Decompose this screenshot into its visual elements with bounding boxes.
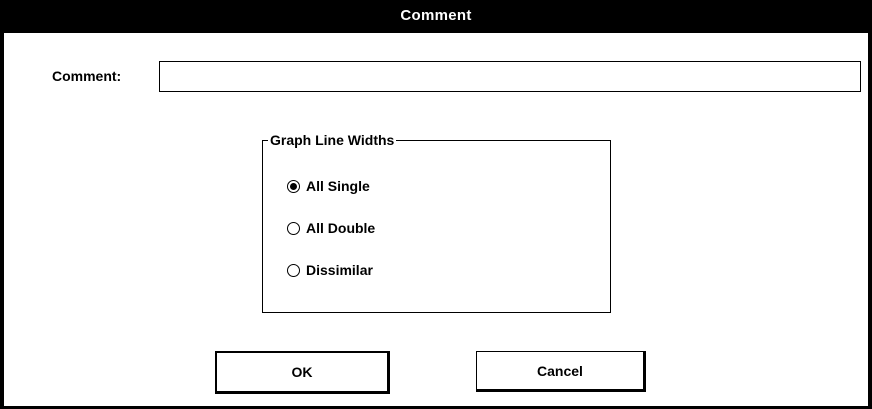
title-bar: Comment xyxy=(4,0,868,35)
comment-input[interactable] xyxy=(159,61,861,92)
radio-unselected-icon xyxy=(287,263,300,277)
radio-dot-icon xyxy=(290,182,297,190)
comment-label: Comment: xyxy=(52,68,122,84)
radio-label-all-single: All Single xyxy=(306,178,370,194)
comment-dialog: Comment Comment: Graph Line Widths All S… xyxy=(0,0,872,409)
radio-all-single[interactable]: All Single xyxy=(287,176,370,196)
radio-label-all-double: All Double xyxy=(306,220,376,236)
ok-button-label: OK xyxy=(291,364,313,380)
ok-button[interactable]: OK xyxy=(215,351,390,394)
cancel-button-label: Cancel xyxy=(537,363,583,379)
radio-selected-icon xyxy=(287,179,300,193)
group-title: Graph Line Widths xyxy=(268,131,397,149)
radio-dissimilar[interactable]: Dissimilar xyxy=(287,260,373,280)
radio-all-double[interactable]: All Double xyxy=(287,218,375,238)
dialog-title: Comment xyxy=(400,7,472,24)
radio-unselected-icon xyxy=(287,221,300,235)
cancel-button[interactable]: Cancel xyxy=(476,351,646,392)
radio-label-dissimilar: Dissimilar xyxy=(306,262,373,278)
